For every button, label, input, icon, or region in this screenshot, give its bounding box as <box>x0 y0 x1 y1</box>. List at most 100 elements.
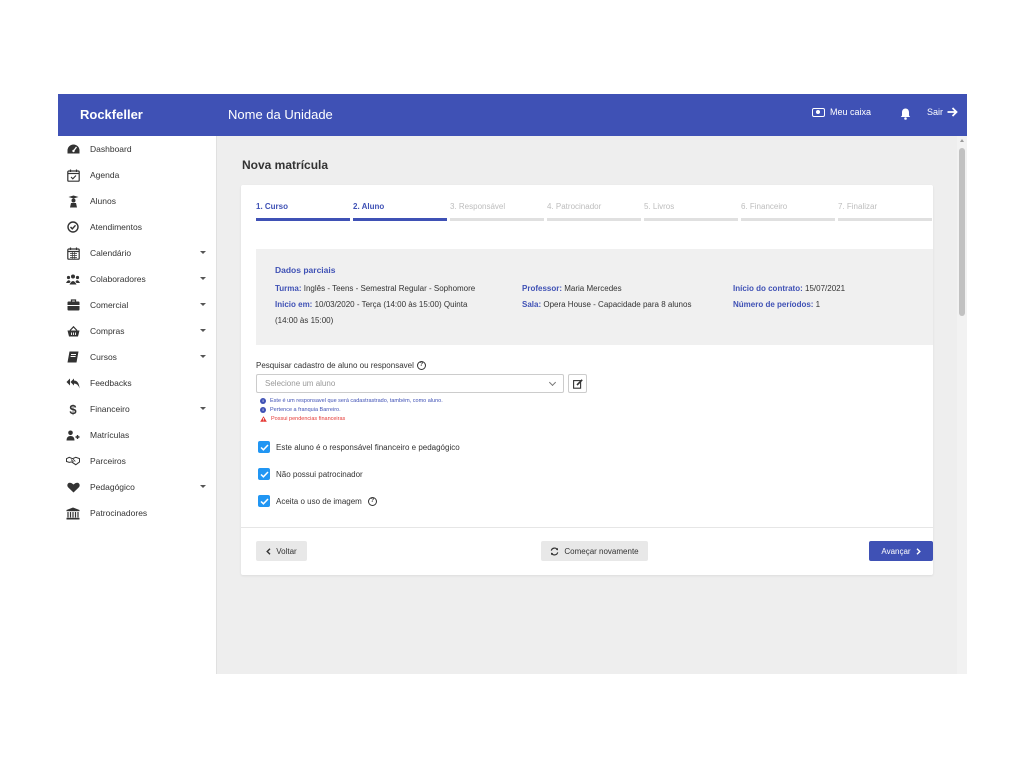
sidebar-item-compras[interactable]: Compras <box>58 318 216 344</box>
dollar-icon: $ <box>69 401 77 417</box>
notice-text: Possui pendencias financeiras <box>271 416 346 422</box>
sidebar-item-patrocinadores[interactable]: Patrocinadores <box>58 500 216 526</box>
professor-key: Professor: <box>522 284 563 293</box>
student-select-placeholder: Selecione um aluno <box>265 379 336 388</box>
sidebar-item-colaboradores[interactable]: Colaboradores <box>58 266 216 292</box>
money-icon <box>812 107 825 117</box>
checkbox-uso-imagem[interactable]: Aceita o uso de imagem ? <box>258 495 377 507</box>
step-finalizar[interactable]: 7. Finalizar <box>838 202 932 222</box>
step-curso[interactable]: 1. Curso <box>256 202 350 222</box>
inicio-key: Inicio em: <box>275 300 313 309</box>
sidebar-item-matriculas[interactable]: Matrículas <box>58 422 216 448</box>
step-progress-bar <box>353 218 447 221</box>
back-button-label: Voltar <box>276 546 297 556</box>
sidebar-item-label: Patrocinadores <box>90 508 148 518</box>
sidebar-item-label: Parceiros <box>90 456 126 466</box>
periods-key: Número de períodos: <box>733 300 814 309</box>
sidebar-item-label: Feedbacks <box>90 378 132 388</box>
checkbox-checked-icon[interactable] <box>258 468 270 480</box>
step-label: 3. Responsável <box>450 202 506 211</box>
scrollbar-thumb[interactable] <box>959 148 965 316</box>
chevron-right-icon <box>916 547 921 555</box>
main-content: Nova matrícula 1. Curso 2. Aluno 3. Resp… <box>217 136 967 674</box>
shopping-basket-icon <box>66 324 80 338</box>
scroll-up-arrow-icon[interactable] <box>960 139 964 142</box>
edit-icon <box>572 378 583 389</box>
edit-student-button[interactable] <box>568 374 587 393</box>
notice-text: Este é um responsavel que será cadastras… <box>270 398 443 404</box>
checkbox-sem-patrocinador[interactable]: Não possui patrocinador <box>258 468 363 480</box>
checkbox-checked-icon[interactable] <box>258 441 270 453</box>
professor-value: Maria Mercedes <box>562 284 622 293</box>
sidebar-item-pedagogico[interactable]: Pedagógico <box>58 474 216 500</box>
info-icon: i <box>260 407 266 413</box>
partial-data-panel: Dados parciais Turma: Inglês - Teens - S… <box>256 249 933 345</box>
student-select[interactable]: Selecione um aluno <box>256 374 564 393</box>
sidebar-item-comercial[interactable]: Comercial <box>58 292 216 318</box>
inicio-field-continued: (14:00 às 15:00) <box>275 316 334 325</box>
turma-value: Inglês - Teens - Semestral Regular - Sop… <box>301 284 476 293</box>
checkbox-label: Aceita o uso de imagem <box>276 496 362 506</box>
user-plus-icon <box>66 428 80 442</box>
step-livros[interactable]: 5. Livros <box>644 202 738 222</box>
turma-field: Turma: Inglês - Teens - Semestral Regula… <box>275 281 475 297</box>
step-financeiro[interactable]: 6. Financeiro <box>741 202 835 222</box>
step-label: 2. Aluno <box>353 202 385 211</box>
chevron-down-icon <box>200 303 206 306</box>
sidebar-item-atendimentos[interactable]: Atendimentos <box>58 214 216 240</box>
restart-button[interactable]: Começar novamente <box>541 541 648 561</box>
divider <box>241 527 933 528</box>
sidebar-item-label: Agenda <box>90 170 120 180</box>
sidebar-item-financeiro[interactable]: $ Financeiro <box>58 396 216 422</box>
help-icon[interactable]: ? <box>416 361 426 370</box>
calendar-icon <box>66 246 80 260</box>
notifications-button[interactable] <box>900 107 911 125</box>
vertical-scrollbar[interactable] <box>957 136 967 674</box>
back-button[interactable]: Voltar <box>256 541 307 561</box>
reply-all-icon <box>66 376 80 390</box>
inicio-value: 10/03/2020 - Terça (14:00 às 15:00) Quin… <box>312 300 468 309</box>
chevron-down-icon <box>200 355 206 358</box>
refresh-icon <box>551 547 559 555</box>
chevron-down-icon <box>200 251 206 254</box>
step-responsavel[interactable]: 3. Responsável <box>450 202 544 222</box>
top-bar: Rockfeller Nome da Unidade Meu caixa Sai… <box>58 94 967 136</box>
next-button[interactable]: Avançar <box>869 541 933 561</box>
step-aluno[interactable]: 2. Aluno <box>353 202 447 222</box>
cash-register-button[interactable]: Meu caixa <box>812 107 871 117</box>
contract-start-value: 15/07/2021 <box>802 284 846 293</box>
sidebar-item-parceiros[interactable]: Parceiros <box>58 448 216 474</box>
sidebar-item-label: Atendimentos <box>90 222 142 232</box>
step-label: 6. Financeiro <box>741 202 788 211</box>
step-progress-bar <box>256 218 350 221</box>
sidebar-item-label: Alunos <box>90 196 116 206</box>
book-icon <box>66 350 80 364</box>
checkbox-label: Não possui patrocinador <box>276 469 363 479</box>
dashboard-icon <box>66 142 80 156</box>
sidebar-item-alunos[interactable]: Alunos <box>58 188 216 214</box>
sala-field: Sala: Opera House - Capacidade para 8 al… <box>522 297 691 313</box>
help-icon[interactable]: ? <box>367 496 377 506</box>
sidebar-item-cursos[interactable]: Cursos <box>58 344 216 370</box>
contract-start-key: Início do contrato: <box>733 284 803 293</box>
step-progress-bar <box>644 218 738 221</box>
info-icon: i <box>260 398 266 404</box>
sidebar-item-label: Matrículas <box>90 430 130 440</box>
contract-start-field: Início do contrato: 15/07/2021 <box>733 281 845 297</box>
chevron-down-icon <box>200 277 206 280</box>
checkbox-responsavel[interactable]: Este aluno é o responsável financeiro e … <box>258 441 460 453</box>
sidebar-item-dashboard[interactable]: Dashboard <box>58 136 216 162</box>
sidebar-item-feedbacks[interactable]: Feedbacks <box>58 370 216 396</box>
arrow-right-icon <box>947 107 958 117</box>
checkbox-checked-icon[interactable] <box>258 495 270 507</box>
sidebar-item-calendario[interactable]: Calendário <box>58 240 216 266</box>
calendar-check-icon <box>66 168 80 182</box>
inicio-field: Inicio em: 10/03/2020 - Terça (14:00 às … <box>275 297 467 313</box>
step-patrocinador[interactable]: 4. Patrocinador <box>547 202 641 222</box>
sidebar-item-label: Dashboard <box>90 144 132 154</box>
sidebar-item-label: Financeiro <box>90 404 130 414</box>
users-icon <box>66 272 80 286</box>
logout-button[interactable]: Sair <box>927 107 958 117</box>
brand-logo[interactable]: Rockfeller <box>80 94 143 136</box>
sidebar-item-agenda[interactable]: Agenda <box>58 162 216 188</box>
